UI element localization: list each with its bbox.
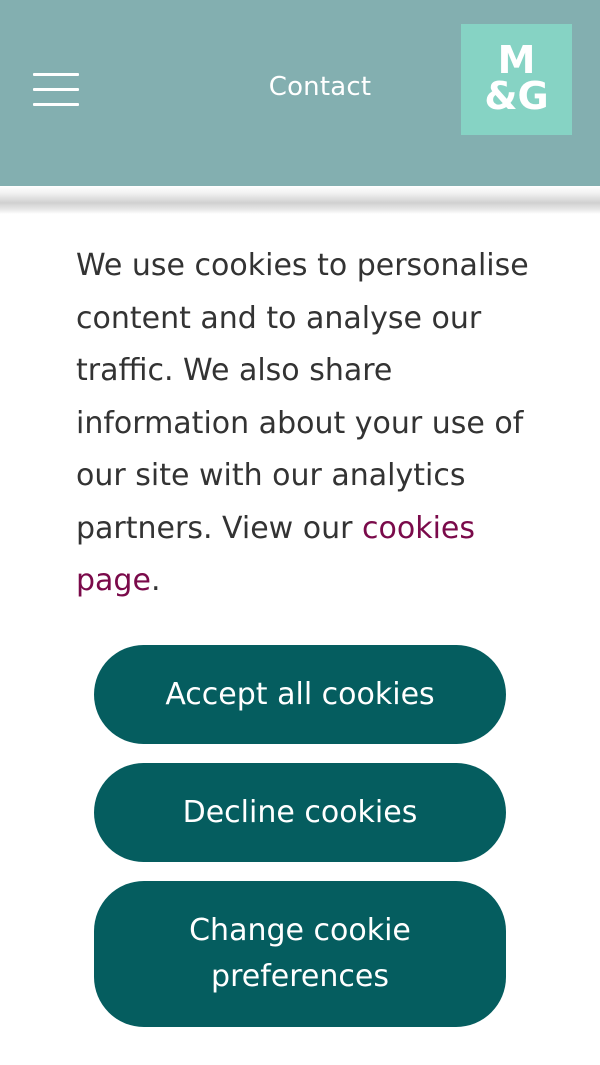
logo-line-1: M <box>497 38 536 82</box>
accept-button-label: Accept all cookies <box>165 676 435 712</box>
accept-all-cookies-button[interactable]: Accept all cookies <box>94 645 506 744</box>
mg-logo[interactable]: M &G <box>461 24 572 135</box>
cookie-text-body: We use cookies to personalise content an… <box>76 248 529 546</box>
change-cookie-preferences-button[interactable]: Change cookie preferences <box>94 881 506 1027</box>
preferences-button-label: Change cookie preferences <box>189 913 411 994</box>
site-header: Contact M &G <box>0 0 600 186</box>
cookie-text-end: . <box>150 563 161 598</box>
logo-line-2: &G <box>484 74 549 118</box>
header-shadow <box>0 186 600 214</box>
cookie-banner-text: We use cookies to personalise content an… <box>76 240 546 608</box>
decline-button-label: Decline cookies <box>182 794 418 830</box>
decline-cookies-button[interactable]: Decline cookies <box>94 763 506 862</box>
menu-bar-bottom <box>33 103 79 106</box>
